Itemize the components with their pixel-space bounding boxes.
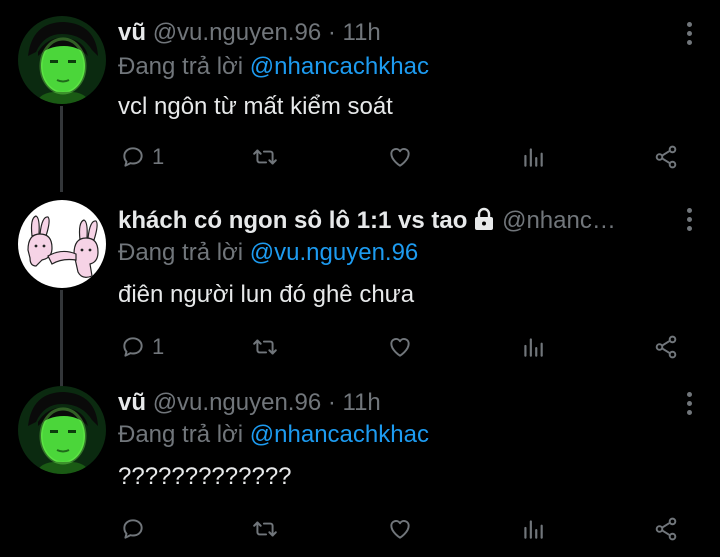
reply-count: 1 — [152, 334, 165, 359]
action-bar — [0, 514, 720, 544]
bar-chart-icon — [520, 334, 546, 360]
share-icon — [653, 144, 679, 170]
heart-icon — [387, 334, 413, 360]
reply-icon — [120, 334, 146, 360]
heart-icon — [387, 144, 413, 170]
bar-chart-icon — [520, 144, 546, 170]
lock-icon — [475, 207, 494, 230]
more-options-icon[interactable] — [686, 392, 692, 416]
tweet-header: vũ @vu.nguyen.96 · 11h — [118, 388, 381, 418]
share-button[interactable] — [653, 142, 679, 172]
display-name[interactable]: khách có ngon sô lô 1:1 vs tao — [118, 207, 467, 234]
avatar[interactable] — [18, 200, 106, 288]
reply-button[interactable]: 1 — [120, 332, 164, 362]
avatar[interactable] — [18, 16, 106, 104]
share-icon — [653, 516, 679, 542]
tweet-text: vcl ngôn từ mất kiểm soát — [118, 93, 393, 120]
share-button[interactable] — [653, 514, 679, 544]
tweet-1[interactable]: vũ @vu.nguyen.96 · 11h Đang trả lời @nha… — [0, 0, 720, 192]
tweet-header: vũ @vu.nguyen.96 · 11h — [118, 18, 381, 48]
retweet-icon — [252, 144, 278, 170]
tweet-2[interactable]: khách có ngon sô lô 1:1 vs tao @nhanc… Đ… — [0, 190, 720, 388]
action-bar: 1 — [0, 142, 720, 172]
retweet-button[interactable] — [252, 514, 278, 544]
handle[interactable]: @nhanc… — [502, 207, 616, 234]
retweet-button[interactable] — [252, 142, 278, 172]
like-button[interactable] — [387, 142, 413, 172]
reply-icon — [120, 144, 146, 170]
reply-button[interactable] — [120, 514, 152, 544]
reply-context: Đang trả lời @vu.nguyen.96 — [118, 238, 418, 268]
stats-button[interactable] — [520, 514, 546, 544]
retweet-icon — [252, 334, 278, 360]
like-button[interactable] — [387, 332, 413, 362]
bar-chart-icon — [520, 516, 546, 542]
more-options-icon[interactable] — [686, 22, 692, 46]
share-icon — [653, 334, 679, 360]
reply-prefix: Đang trả lời — [118, 239, 244, 266]
reply-icon — [120, 516, 146, 542]
reply-button[interactable]: 1 — [120, 142, 164, 172]
tweet-header: khách có ngon sô lô 1:1 vs tao @nhanc… — [118, 206, 616, 236]
share-button[interactable] — [653, 332, 679, 362]
display-name[interactable]: vũ — [118, 19, 146, 46]
like-button[interactable] — [387, 514, 413, 544]
handle[interactable]: @vu.nguyen.96 — [153, 389, 321, 416]
reply-context: Đang trả lời @nhancachkhac — [118, 52, 429, 82]
reply-mention-link[interactable]: @nhancachkhac — [250, 421, 429, 448]
reply-context: Đang trả lời @nhancachkhac — [118, 420, 429, 450]
more-options-icon[interactable] — [686, 208, 692, 232]
avatar[interactable] — [18, 386, 106, 474]
heart-icon — [387, 516, 413, 542]
separator: · — [327, 19, 336, 46]
stats-button[interactable] — [520, 332, 546, 362]
tweet-text: điên người lun đó ghê chưa — [118, 281, 415, 308]
retweet-button[interactable] — [252, 332, 278, 362]
tweet-text: ????????????? — [118, 463, 292, 490]
handle[interactable]: @vu.nguyen.96 — [153, 19, 321, 46]
display-name[interactable]: vũ — [118, 389, 146, 416]
reply-mention-link[interactable]: @nhancachkhac — [250, 53, 429, 80]
reply-prefix: Đang trả lời — [118, 53, 244, 80]
timestamp[interactable]: 11h — [343, 19, 381, 46]
retweet-icon — [252, 516, 278, 542]
reply-count: 1 — [152, 144, 165, 169]
timestamp[interactable]: 11h — [343, 389, 381, 416]
tweet-3[interactable]: vũ @vu.nguyen.96 · 11h Đang trả lời @nha… — [0, 380, 720, 557]
action-bar: 1 — [0, 332, 720, 362]
stats-button[interactable] — [520, 142, 546, 172]
reply-mention-link[interactable]: @vu.nguyen.96 — [250, 239, 418, 266]
separator: · — [327, 389, 336, 416]
reply-prefix: Đang trả lời — [118, 421, 244, 448]
